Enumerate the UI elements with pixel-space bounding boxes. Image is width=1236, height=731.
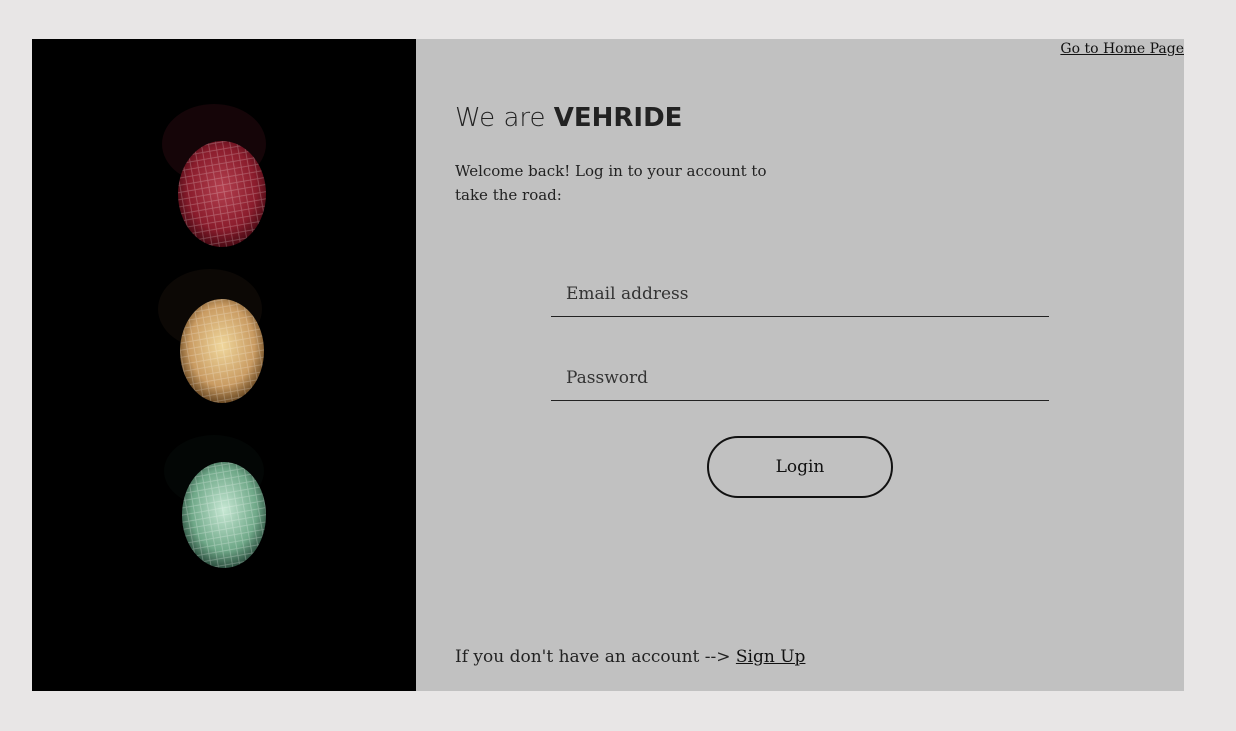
login-button[interactable]: Login — [707, 436, 893, 498]
amber-light — [180, 299, 264, 403]
signup-prompt-line: If you don't have an account --> Sign Up — [455, 647, 805, 667]
traffic-light-image — [32, 39, 416, 691]
signup-prompt-text: If you don't have an account --> — [455, 647, 736, 667]
page-title: We are VEHRIDE — [455, 103, 682, 133]
signup-link[interactable]: Sign Up — [736, 647, 806, 667]
brand-name: VEHRIDE — [553, 103, 683, 133]
login-card: Go to Home Page We are VEHRIDE Welcome b… — [32, 39, 1184, 691]
traffic-light-illustration — [32, 39, 416, 691]
email-field[interactable] — [551, 271, 1049, 317]
green-light — [182, 462, 266, 568]
title-prefix: We are — [455, 103, 554, 133]
welcome-text: Welcome back! Log in to your account to … — [455, 162, 767, 204]
password-field[interactable] — [551, 355, 1049, 401]
red-light — [178, 141, 266, 247]
home-page-link[interactable]: Go to Home Page — [1060, 41, 1184, 57]
login-form-panel: Go to Home Page We are VEHRIDE Welcome b… — [416, 39, 1184, 691]
